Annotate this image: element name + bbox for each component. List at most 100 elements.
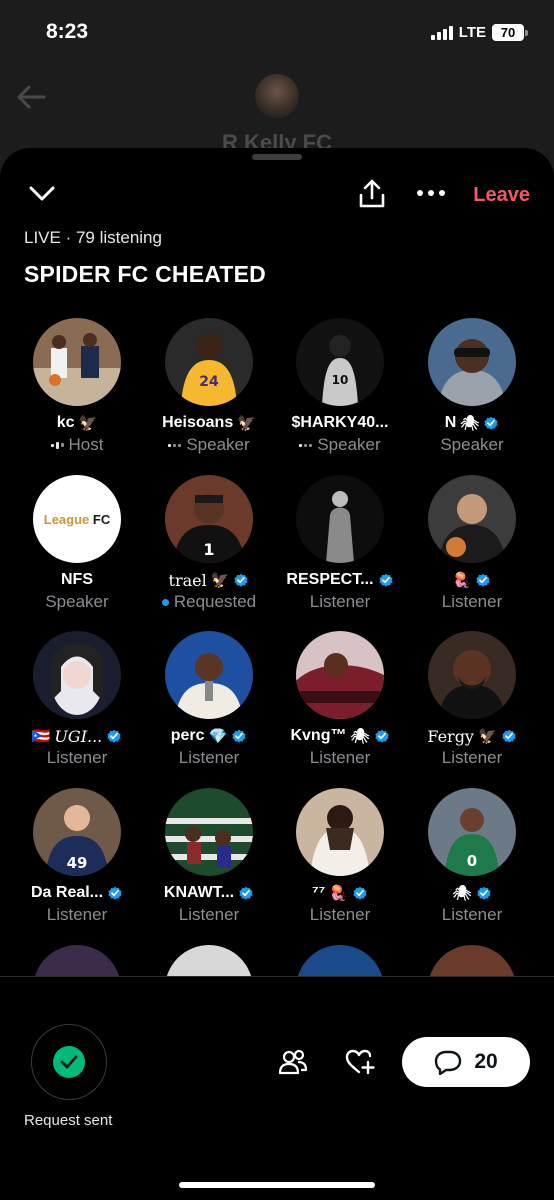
- verified-badge-icon: [476, 886, 491, 900]
- participant-role: Speaker: [186, 435, 250, 454]
- svg-text:10: 10: [332, 373, 349, 387]
- participant-name: N: [444, 414, 457, 431]
- participant-tile[interactable]: ⁷⁷ 🪼 Listener: [274, 788, 406, 926]
- muted-dots-icon: [299, 443, 313, 447]
- verified-badge-icon: [378, 573, 393, 587]
- participant-tile[interactable]: N 🕷 Speaker: [406, 318, 538, 456]
- request-sent-label: Request sent: [24, 1112, 113, 1129]
- participant-tile[interactable]: 🇵🇷 UGI... Listener: [11, 631, 143, 769]
- participant-role-row: Requested: [143, 591, 275, 613]
- participant-emoji-badge: 🕷: [460, 415, 480, 432]
- back-arrow-icon[interactable]: [16, 84, 46, 110]
- participant-avatar[interactable]: [33, 318, 121, 406]
- participant-avatar[interactable]: [296, 945, 384, 976]
- participant-role: Listener: [178, 748, 240, 767]
- svg-text:League FC: League FC: [44, 512, 111, 527]
- participant-tile[interactable]: 0 🕷 Listener: [406, 788, 538, 926]
- comment-count: 20: [474, 1050, 498, 1073]
- add-reaction-heart-icon[interactable]: [342, 1046, 378, 1078]
- participant-name-row: Da Real...: [11, 882, 143, 904]
- participant-name-row: kc 🦅: [11, 412, 143, 434]
- participant-name-row: NFS: [11, 569, 143, 591]
- participant-role: Speaker: [317, 435, 381, 454]
- leave-button[interactable]: Leave: [473, 184, 530, 207]
- participant-tile[interactable]: League FC NFS Speaker: [11, 475, 143, 613]
- participant-avatar[interactable]: [428, 475, 516, 563]
- verified-badge-icon: [374, 729, 389, 743]
- participant-role-row: Listener: [274, 591, 406, 613]
- participant-name: RESPECT...: [286, 571, 374, 588]
- participant-role: Host: [68, 435, 104, 454]
- participant-avatar[interactable]: 24: [165, 318, 253, 406]
- sheet-grabber[interactable]: [252, 154, 302, 160]
- participant-role-row: Listener: [406, 591, 538, 613]
- participant-role-row: Listener: [274, 904, 406, 926]
- participant-role: Listener: [309, 905, 371, 924]
- participant-tile[interactable]: 1 trael 🦅 Requested: [143, 475, 275, 613]
- participant-emoji-badge: 🦅: [78, 415, 98, 432]
- participant-avatar[interactable]: 0: [428, 788, 516, 876]
- participant-avatar[interactable]: [33, 945, 121, 976]
- participant-tile[interactable]: 24 Heisoans 🦅 Speaker: [143, 318, 275, 456]
- participant-tile[interactable]: 🪼 Listener: [406, 475, 538, 613]
- participant-avatar[interactable]: [428, 318, 516, 406]
- participant-tile[interactable]: Fergy 🦅 Listener: [406, 631, 538, 769]
- participant-avatar[interactable]: [428, 631, 516, 719]
- participant-role: Listener: [46, 905, 108, 924]
- verified-badge-icon: [353, 886, 367, 900]
- participant-role: Listener: [441, 748, 503, 767]
- participant-tile[interactable]: 10 $HARKY40... Speaker: [274, 318, 406, 456]
- participant-avatar[interactable]: [428, 945, 516, 976]
- participant-role: Listener: [441, 592, 503, 611]
- participant-name-row: RESPECT...: [274, 569, 406, 591]
- participant-emoji-badge: 🕷: [350, 728, 370, 745]
- verified-badge-icon: [502, 729, 516, 743]
- participant-avatar[interactable]: [296, 631, 384, 719]
- verified-badge-icon: [234, 573, 249, 587]
- participant-name-row: Kvng™ 🕷: [274, 725, 406, 747]
- participant-tile[interactable]: kc 🦅 Host: [11, 318, 143, 456]
- participant-tile[interactable]: RESPECT... Listener: [274, 475, 406, 613]
- request-sent-button[interactable]: [31, 1024, 107, 1100]
- more-options-icon[interactable]: [414, 182, 448, 204]
- svg-text:0: 0: [467, 852, 477, 870]
- share-icon[interactable]: [356, 178, 388, 210]
- comments-button[interactable]: 20: [402, 1037, 530, 1087]
- participant-avatar[interactable]: League FC: [33, 475, 121, 563]
- comment-bubble-icon: [435, 1050, 462, 1075]
- verified-badge-icon: [484, 416, 498, 430]
- participant-name: Fergy: [427, 726, 474, 746]
- participant-role: Listener: [309, 748, 371, 767]
- collapse-chevron-icon[interactable]: [28, 182, 56, 206]
- participant-tile[interactable]: Kvng™ 🕷 Listener: [274, 631, 406, 769]
- home-indicator[interactable]: [179, 1182, 375, 1188]
- verified-badge-icon: [476, 573, 490, 587]
- participant-role-row: Listener: [143, 904, 275, 926]
- participant-avatar[interactable]: 1: [165, 475, 253, 563]
- participant-role-row: Speaker: [11, 591, 143, 613]
- participant-emoji-badge: 🦅: [477, 728, 497, 745]
- participant-avatar[interactable]: [296, 788, 384, 876]
- participant-avatar[interactable]: 10: [296, 318, 384, 406]
- participant-avatar[interactable]: [33, 631, 121, 719]
- participant-emoji-badge: 🦅: [237, 415, 256, 432]
- space-title: SPIDER FC CHEATED: [24, 261, 266, 287]
- participant-role-row: Listener: [143, 747, 275, 769]
- participant-tile[interactable]: perc 💎 Listener: [143, 631, 275, 769]
- muted-dots-icon: [168, 443, 182, 447]
- participant-avatar[interactable]: [165, 788, 253, 876]
- participant-name: kc: [56, 414, 75, 431]
- participant-tile[interactable]: KNAWT... Listener: [143, 788, 275, 926]
- participant-name-row: $HARKY40...: [274, 412, 406, 434]
- verified-badge-icon: [239, 886, 253, 900]
- participant-name: perc: [170, 727, 205, 744]
- participant-avatar[interactable]: 49: [33, 788, 121, 876]
- participant-tile[interactable]: 49 Da Real... Listener: [11, 788, 143, 926]
- participant-avatar[interactable]: [296, 475, 384, 563]
- participant-role: Speaker: [45, 592, 109, 611]
- participant-name: NFS: [61, 571, 93, 588]
- participant-emoji-badge: 🪼: [452, 572, 472, 589]
- participants-icon[interactable]: [276, 1046, 310, 1078]
- participant-avatar[interactable]: [165, 631, 253, 719]
- participant-avatar[interactable]: [165, 945, 253, 976]
